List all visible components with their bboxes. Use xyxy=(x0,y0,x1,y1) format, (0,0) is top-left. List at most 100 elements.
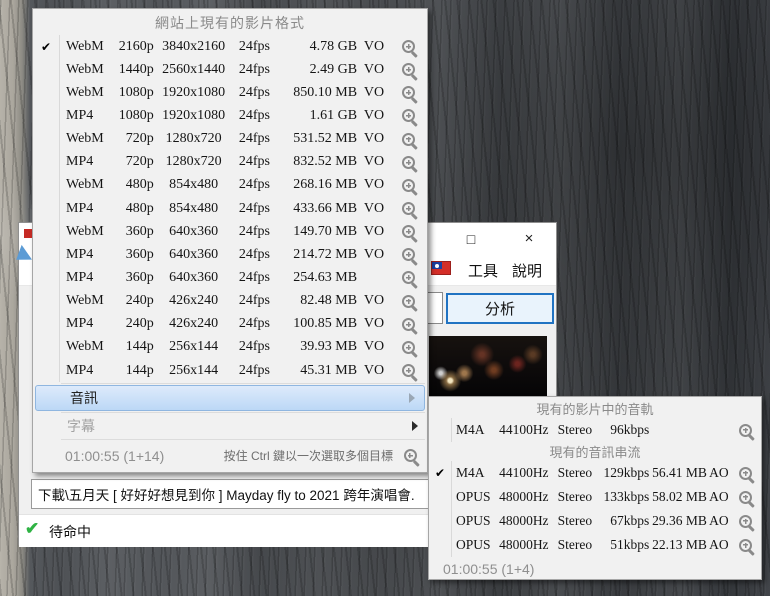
check-icon: ✔ xyxy=(33,266,60,290)
output-path-field[interactable] xyxy=(31,479,443,509)
container-cell: MP4 xyxy=(66,316,94,332)
check-icon: ✔ xyxy=(429,533,452,557)
video-format-row[interactable]: ✔ WebM 1080p 1920x1080 24fps 850.10 MB V… xyxy=(33,81,427,105)
fps-cell: 24fps xyxy=(238,154,270,170)
preview-zoom-button[interactable] xyxy=(391,35,427,58)
video-format-row[interactable]: ✔ WebM 2160p 3840x2160 24fps 4.78 GB VO xyxy=(33,35,427,59)
preview-zoom-button[interactable] xyxy=(391,151,427,174)
video-format-row[interactable]: ✔ MP4 360p 640x360 24fps 254.63 MB xyxy=(33,266,427,290)
preview-zoom-button[interactable] xyxy=(391,128,427,151)
video-format-row[interactable]: ✔ MP4 360p 640x360 24fps 214.72 MB VO xyxy=(33,243,427,267)
audio-format-row[interactable]: ✔ OPUS 48000Hz Stereo 67kbps 29.36 MB AO xyxy=(429,509,761,533)
stream-flag-cell: AO xyxy=(709,537,729,552)
video-format-row[interactable]: ✔ WebM 360p 640x360 24fps 149.70 MB VO xyxy=(33,220,427,244)
size-cell: 100.85 MB xyxy=(293,316,358,332)
magnifier-icon xyxy=(402,317,416,331)
menubar-item-tools[interactable]: 工具 xyxy=(468,260,498,281)
preview-zoom-button[interactable] xyxy=(731,509,761,533)
fps-cell: 24fps xyxy=(238,131,270,147)
quality-cell: 1080p xyxy=(118,84,154,100)
quality-cell: 720p xyxy=(125,131,154,147)
preview-zoom-button[interactable] xyxy=(731,533,761,557)
video-format-row[interactable]: ✔ MP4 1080p 1920x1080 24fps 1.61 GB VO xyxy=(33,104,427,128)
size-cell: 4.78 GB xyxy=(309,38,358,54)
footer-zoom-button[interactable] xyxy=(393,441,427,470)
menu-item-subtitles[interactable]: 字幕 xyxy=(33,414,427,438)
audio-format-row[interactable]: ✔ M4A 44100Hz Stereo 96kbps xyxy=(429,418,761,442)
magnifier-icon xyxy=(402,340,416,354)
magnifier-icon xyxy=(402,132,416,146)
video-format-row[interactable]: ✔ MP4 144p 256x144 24fps 45.31 MB VO xyxy=(33,358,427,383)
audio-format-row[interactable]: ✔ M4A 44100Hz Stereo 129kbps 56.41 MB AO xyxy=(429,461,761,485)
size-cell: 832.52 MB xyxy=(293,154,358,170)
screen: □ × 工具 說明 分析 ✔ 待命中 網站上現有的影片格式 ✔ WebM 216… xyxy=(0,0,770,596)
fps-cell: 24fps xyxy=(238,339,270,355)
quality-cell: 144p xyxy=(125,339,154,355)
preview-zoom-button[interactable] xyxy=(391,336,427,359)
audio-format-row[interactable]: ✔ OPUS 48000Hz Stereo 133kbps 58.02 MB A… xyxy=(429,485,761,509)
preview-zoom-button[interactable] xyxy=(391,359,427,382)
maximize-button[interactable]: □ xyxy=(461,229,481,249)
check-icon: ✔ xyxy=(429,461,452,485)
container-cell: WebM xyxy=(66,38,104,54)
check-icon: ✔ xyxy=(429,418,452,442)
audio-format-row[interactable]: ✔ OPUS 48000Hz Stereo 51kbps 22.13 MB AO xyxy=(429,533,761,557)
size-cell: 82.48 MB xyxy=(300,293,358,309)
magnifier-icon xyxy=(402,202,416,216)
video-format-row[interactable]: ✔ WebM 1440p 2560x1440 24fps 2.49 GB VO xyxy=(33,58,427,82)
menu-item-audio-label: 音訊 xyxy=(70,390,98,406)
video-format-row[interactable]: ✔ MP4 240p 426x240 24fps 100.85 MB VO xyxy=(33,312,427,336)
stream-flag-cell: AO xyxy=(709,465,729,480)
container-cell: MP4 xyxy=(66,246,94,262)
duration-count-text: 01:00:55 (1+14) xyxy=(65,447,165,464)
sample-rate-cell: 48000Hz xyxy=(499,513,549,528)
sample-rate-cell: 44100Hz xyxy=(499,465,549,480)
close-button[interactable]: × xyxy=(519,229,539,249)
preview-zoom-button[interactable] xyxy=(391,104,427,127)
video-format-row[interactable]: ✔ WebM 720p 1280x720 24fps 531.52 MB VO xyxy=(33,127,427,151)
menu-item-audio[interactable]: 音訊 xyxy=(35,385,425,411)
container-cell: WebM xyxy=(66,339,104,355)
video-format-row[interactable]: ✔ WebM 144p 256x144 24fps 39.93 MB VO xyxy=(33,335,427,359)
container-cell: WebM xyxy=(66,61,104,77)
preview-zoom-button[interactable] xyxy=(391,290,427,313)
taiwan-flag-icon[interactable] xyxy=(431,261,451,275)
preview-zoom-button[interactable] xyxy=(391,313,427,336)
preview-zoom-button[interactable] xyxy=(391,58,427,81)
stream-flag-cell: VO xyxy=(363,154,385,170)
magnifier-icon xyxy=(402,364,416,378)
dimensions-cell: 426x240 xyxy=(169,316,219,332)
preview-zoom-button[interactable] xyxy=(391,174,427,197)
codec-cell: OPUS xyxy=(456,513,491,528)
preview-zoom-button[interactable] xyxy=(391,197,427,220)
preview-zoom-button[interactable] xyxy=(391,81,427,104)
magnifier-icon xyxy=(739,538,753,552)
magnifier-icon xyxy=(402,63,416,77)
preview-zoom-button[interactable] xyxy=(731,485,761,509)
video-format-row[interactable]: ✔ MP4 720p 1280x720 24fps 832.52 MB VO xyxy=(33,150,427,174)
size-cell: 29.36 MB xyxy=(652,513,707,528)
menubar-item-help[interactable]: 說明 xyxy=(512,260,542,281)
check-icon: ✔ xyxy=(33,104,60,128)
preview-zoom-button[interactable] xyxy=(731,418,761,442)
stream-flag-cell: VO xyxy=(363,38,385,54)
dimensions-cell: 854x480 xyxy=(169,177,219,193)
video-format-menu: 網站上現有的影片格式 ✔ WebM 2160p 3840x2160 24fps … xyxy=(32,8,428,473)
fps-cell: 24fps xyxy=(238,269,270,285)
video-format-row[interactable]: ✔ WebM 480p 854x480 24fps 268.16 MB VO xyxy=(33,173,427,197)
container-cell: MP4 xyxy=(66,362,94,378)
stream-flag-cell: VO xyxy=(363,316,385,332)
preview-zoom-button[interactable] xyxy=(391,220,427,243)
size-cell: 56.41 MB xyxy=(652,465,707,480)
dimensions-cell: 256x144 xyxy=(169,339,219,355)
preview-zoom-button[interactable] xyxy=(391,266,427,289)
magnifier-icon xyxy=(403,449,417,462)
video-format-row[interactable]: ✔ MP4 480p 854x480 24fps 433.66 MB VO xyxy=(33,196,427,221)
magnifier-icon xyxy=(739,514,753,528)
analyze-button[interactable]: 分析 xyxy=(446,293,554,324)
preview-zoom-button[interactable] xyxy=(731,461,761,485)
dimensions-cell: 640x360 xyxy=(169,223,219,239)
video-format-row[interactable]: ✔ WebM 240p 426x240 24fps 82.48 MB VO xyxy=(33,289,427,313)
preview-zoom-button[interactable] xyxy=(391,243,427,266)
magnifier-icon xyxy=(739,466,753,480)
